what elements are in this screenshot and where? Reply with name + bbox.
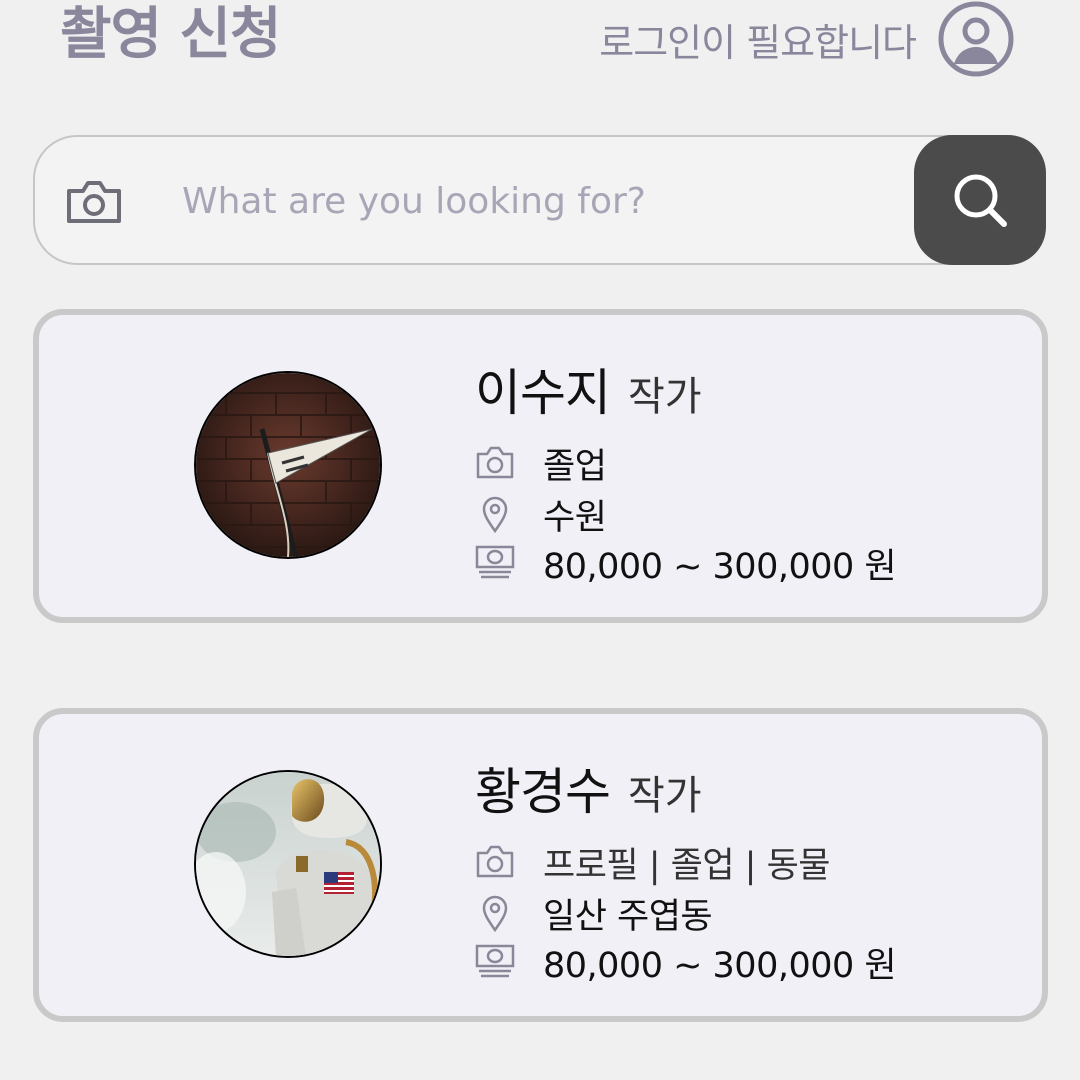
location: 수원 xyxy=(543,497,607,538)
photographer-name-line: 황경수 작가 xyxy=(475,752,702,822)
photographer-role: 작가 xyxy=(628,773,702,819)
photographer-card[interactable]: 황경수 작가 프로필 | 졸업 | 동물 일산 주엽동 80,000 ~ 300… xyxy=(33,708,1048,1022)
photographer-card[interactable]: 이수지 작가 졸업 수원 80,000 ~ 300,000 원 xyxy=(33,309,1048,623)
money-icon xyxy=(475,545,515,579)
camera-icon[interactable] xyxy=(65,179,123,225)
photographer-name: 이수지 xyxy=(475,364,611,422)
shoot-type: 졸업 xyxy=(543,446,607,487)
map-pin-icon xyxy=(482,895,508,933)
search-icon xyxy=(954,174,1007,227)
page-title: 촬영 신청 xyxy=(60,2,282,67)
search-button[interactable] xyxy=(914,135,1046,265)
location-row: 일산 주엽동 xyxy=(475,889,713,937)
photographer-photo xyxy=(194,770,382,958)
camera-icon xyxy=(476,446,514,479)
money-icon xyxy=(475,944,515,978)
price-range: 80,000 ~ 300,000 원 xyxy=(543,546,897,587)
search-bar xyxy=(33,135,1046,265)
login-link[interactable]: 로그인이 필요합니다 xyxy=(599,0,1014,78)
camera-icon xyxy=(476,845,514,878)
location: 일산 주엽동 xyxy=(543,896,713,937)
user-circle-icon[interactable] xyxy=(938,1,1014,77)
photographer-role: 작가 xyxy=(628,374,702,420)
shoot-type: 프로필 | 졸업 | 동물 xyxy=(543,845,831,886)
photographer-name-line: 이수지 작가 xyxy=(475,353,702,423)
shoot-type-row: 프로필 | 졸업 | 동물 xyxy=(475,838,831,886)
photographer-photo xyxy=(194,371,382,559)
price-range: 80,000 ~ 300,000 원 xyxy=(543,945,897,986)
search-input[interactable] xyxy=(180,167,904,235)
shoot-type-row: 졸업 xyxy=(475,439,607,487)
price-row: 80,000 ~ 300,000 원 xyxy=(475,938,897,986)
location-row: 수원 xyxy=(475,490,607,538)
price-row: 80,000 ~ 300,000 원 xyxy=(475,539,897,587)
login-label: 로그인이 필요합니다 xyxy=(599,20,917,65)
photographer-name: 황경수 xyxy=(475,763,611,821)
map-pin-icon xyxy=(482,496,508,534)
